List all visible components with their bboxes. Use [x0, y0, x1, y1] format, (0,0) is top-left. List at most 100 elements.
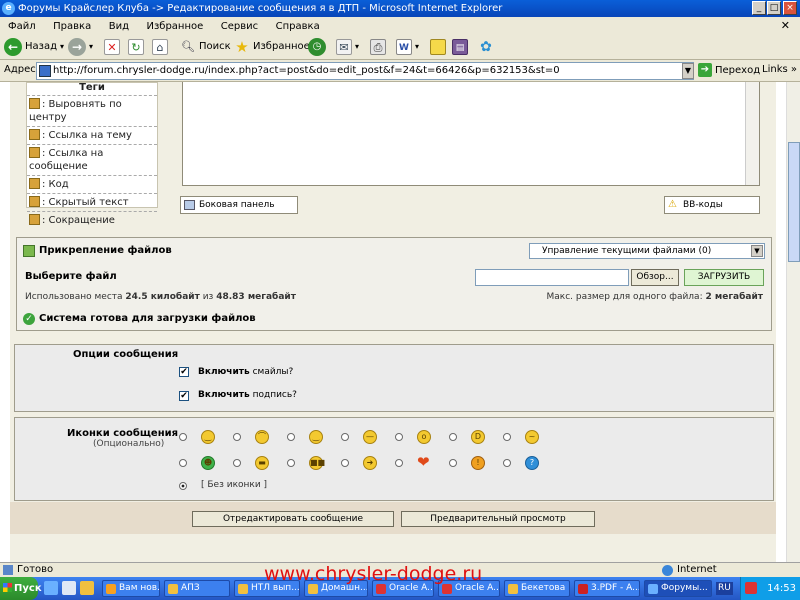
favorites-button[interactable]: ★ Избранное — [234, 37, 310, 57]
discuss-button[interactable] — [430, 37, 446, 57]
annoyed-icon: ~ — [525, 430, 539, 444]
menu-close-icon[interactable]: ✕ — [781, 17, 790, 34]
go-button[interactable]: ➔ Переход — [698, 63, 760, 77]
print-button[interactable]: ⎙ — [370, 37, 386, 57]
tag-abbr[interactable]: : Сокращение — [27, 211, 157, 229]
file-path-input[interactable] — [475, 269, 629, 286]
icon-radio-warning[interactable] — [449, 459, 457, 467]
message-textarea[interactable] — [182, 82, 760, 186]
stop-button[interactable]: ✕ — [104, 37, 120, 57]
window-title-bar[interactable]: e Форумы Крайслер Клуба -> Редактировани… — [0, 0, 800, 17]
minimize-button[interactable]: _ — [752, 1, 766, 15]
preview-button[interactable]: Предварительный просмотр — [401, 511, 595, 527]
upload-button[interactable]: ЗАГРУЗИТЬ — [684, 269, 764, 286]
menu-file[interactable]: Файл — [8, 21, 36, 32]
word-button[interactable]: W ▾ — [396, 37, 419, 57]
search-icon: 🔍︎ — [181, 40, 195, 53]
upload-ready-text: Система готова для загрузки файлов — [39, 313, 256, 324]
warning-icon: ! — [471, 456, 485, 470]
maximize-button[interactable]: □ — [767, 1, 781, 15]
icon-radio-cool[interactable] — [287, 459, 295, 467]
task-forums[interactable]: Форумы... — [644, 580, 712, 597]
page-scrollbar[interactable] — [786, 82, 800, 562]
icon-radio-laugh[interactable] — [449, 433, 457, 441]
scrollbar-thumb[interactable] — [788, 142, 800, 262]
sleepy-icon: — — [363, 430, 377, 444]
folder-quicklaunch-icon[interactable] — [80, 581, 94, 595]
menu-favorites[interactable]: Избранное — [146, 21, 203, 32]
smilies-rest-label: смайлы? — [252, 367, 294, 377]
menu-view[interactable]: Вид — [109, 21, 129, 32]
links-button[interactable]: Links » — [762, 64, 797, 75]
edit-message-button[interactable]: Отредактировать сообщение — [192, 511, 394, 527]
tag-icon — [29, 98, 40, 109]
bbcodes-button[interactable]: ⚠ BB-коды — [664, 196, 760, 214]
browse-button[interactable]: Обзор... — [631, 269, 679, 286]
icon-radio-smile[interactable] — [179, 433, 187, 441]
icon-radio-sleepy[interactable] — [341, 433, 349, 441]
address-dropdown-icon[interactable]: ▼ — [682, 63, 694, 79]
tag-post-link[interactable]: : Ссылка на сообщение — [27, 144, 157, 175]
textarea-scrollbar[interactable] — [745, 82, 759, 185]
ie-quicklaunch-icon[interactable] — [44, 581, 58, 595]
choose-file-label: Выберите файл — [25, 271, 117, 282]
tag-center[interactable]: : Выровнять по центру — [27, 95, 157, 126]
tag-code[interactable]: : Код — [27, 175, 157, 193]
tag-hidden[interactable]: : Скрытый текст — [27, 193, 157, 211]
oracle-icon — [442, 584, 452, 594]
icon-radio-green-face[interactable] — [179, 459, 187, 467]
space-total-value: 48.83 мегабайт — [216, 292, 296, 302]
desktop-quicklaunch-icon[interactable] — [62, 581, 76, 595]
back-button[interactable]: ← Назад ▾ — [4, 37, 64, 57]
start-button[interactable]: Пуск — [0, 577, 42, 600]
manage-files-select[interactable]: Управление текущими файлами (0) ▼ — [529, 243, 765, 259]
icon-radio-annoyed[interactable] — [503, 433, 511, 441]
enable-signature-checkbox[interactable]: ✔ — [179, 391, 189, 401]
mail-button[interactable]: ✉ ▾ — [336, 37, 359, 57]
language-indicator[interactable]: RU — [716, 582, 733, 595]
task-label: Вам нов... — [119, 583, 160, 593]
max-size-value: 2 мегабайт — [705, 292, 763, 302]
address-input[interactable]: http://forum.chrysler-dodge.ru/index.php… — [36, 62, 694, 80]
tray-app-icon[interactable] — [745, 582, 757, 594]
task-label: 3.PDF - A... — [591, 583, 640, 593]
menu-help[interactable]: Справка — [276, 21, 320, 32]
icon-radio-teeth[interactable] — [233, 459, 241, 467]
menu-edit[interactable]: Правка — [53, 21, 91, 32]
icon-radio-frown[interactable] — [233, 433, 241, 441]
task-label: АПЗ — [181, 583, 200, 593]
task-apz[interactable]: АПЗ — [164, 580, 230, 597]
close-button[interactable]: × — [783, 1, 797, 15]
search-button[interactable]: 🔍︎ Поиск — [180, 37, 231, 57]
task-pdf[interactable]: 3.PDF - A... — [574, 580, 640, 597]
messenger-button[interactable]: ✿ — [478, 37, 494, 57]
history-button[interactable]: ◷ — [308, 37, 326, 57]
icon-radio-heart[interactable] — [395, 459, 403, 467]
pdf-icon — [578, 584, 588, 594]
icon-radio-arrow[interactable] — [341, 459, 349, 467]
home-button[interactable]: ⌂ — [152, 37, 168, 57]
chevron-down-icon: ▾ — [60, 42, 65, 51]
task-beketova[interactable]: Бекетова — [504, 580, 570, 597]
refresh-icon: ↻ — [128, 39, 144, 55]
refresh-button[interactable]: ↻ — [128, 37, 144, 57]
start-label: Пуск — [14, 583, 42, 594]
side-panel-button[interactable]: Боковая панель — [180, 196, 298, 214]
research-button[interactable]: ▤ — [452, 37, 468, 57]
icon-radio-content[interactable] — [287, 433, 295, 441]
frown-icon: ⌒ — [255, 430, 269, 444]
back-label: Назад — [25, 41, 58, 52]
icon-radio-question[interactable] — [503, 459, 511, 467]
no-icon-radio[interactable] — [179, 482, 187, 490]
menu-tools[interactable]: Сервис — [221, 21, 258, 32]
ie-logo-icon: e — [2, 2, 15, 15]
forward-button[interactable]: → ▾ — [68, 37, 93, 57]
enable-smilies-checkbox[interactable]: ✔ — [179, 367, 189, 377]
tag-topic-link[interactable]: : Ссылка на тему — [27, 126, 157, 144]
mail-icon: ✉ — [336, 39, 352, 55]
icon-radio-shocked[interactable] — [395, 433, 403, 441]
tag-icon — [29, 147, 40, 158]
task-mail[interactable]: Вам нов... — [102, 580, 160, 597]
attachments-panel: Прикрепление файлов Управление текущими … — [16, 237, 772, 331]
history-icon: ◷ — [308, 38, 326, 56]
